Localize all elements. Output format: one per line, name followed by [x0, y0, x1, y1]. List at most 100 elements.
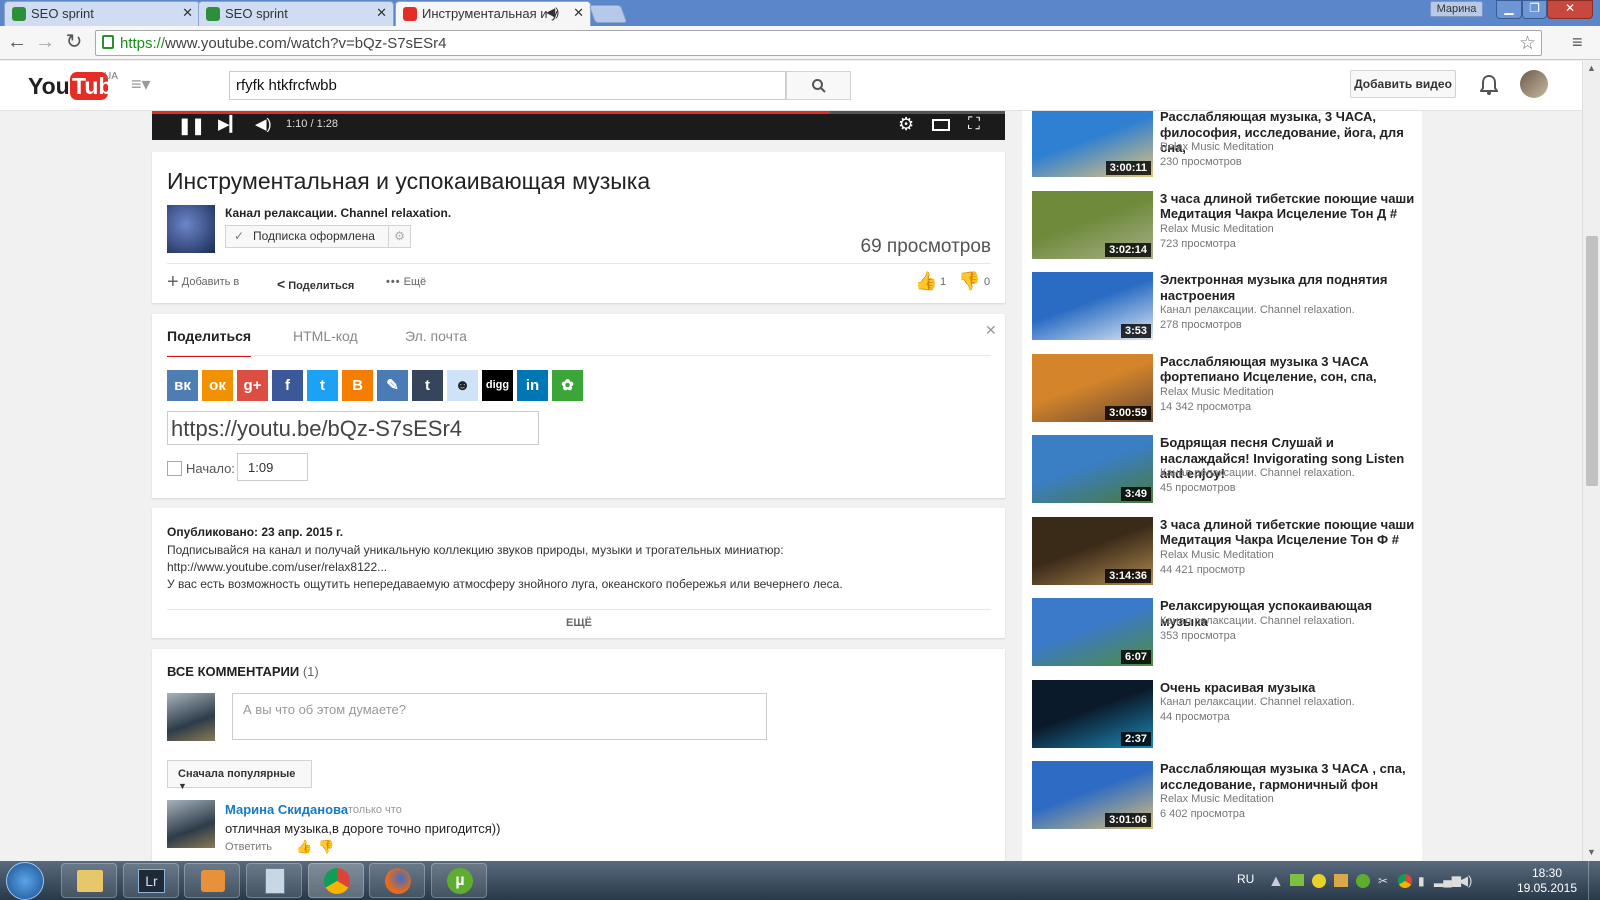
tumblr-icon[interactable]: t	[412, 370, 443, 401]
reply-link[interactable]: Ответить	[225, 841, 272, 853]
back-arrow-icon[interactable]: ←	[5, 31, 29, 53]
close-window-button[interactable]: ✕	[1547, 0, 1593, 19]
sort-comments-dropdown[interactable]: Сначала популярные ▼	[167, 760, 312, 791]
googleplus-icon[interactable]: g+	[237, 370, 268, 401]
related-video-item[interactable]: 3:01:06 Расслабляющая музыка 3 ЧАСА , спа…	[1032, 761, 1412, 831]
bookmark-star-icon[interactable]: ☆	[1519, 32, 1536, 55]
add-video-button[interactable]: Добавить видео	[1350, 70, 1456, 98]
maximize-button[interactable]: ❐	[1522, 0, 1547, 19]
close-tab-icon[interactable]: ✕	[182, 5, 193, 21]
digg-icon[interactable]: digg	[482, 370, 513, 401]
network-signal-icon[interactable]: ▂▄▆	[1434, 873, 1461, 887]
search-input[interactable]: rfyfk htkfrcfwbb	[229, 71, 786, 100]
forward-arrow-icon[interactable]: →	[33, 31, 57, 53]
channel-name-link[interactable]: Канал релаксации. Channel relaxation.	[225, 206, 451, 220]
channel-avatar[interactable]	[167, 205, 215, 253]
subscription-settings-icon[interactable]: ⚙	[388, 225, 411, 248]
guide-menu-icon[interactable]: ≡▾	[131, 74, 151, 95]
facebook-icon[interactable]: f	[272, 370, 303, 401]
page-scrollbar[interactable]: ▲ ▼	[1582, 61, 1600, 861]
tab-seo-sprint-1[interactable]: SEO sprint ✕	[4, 1, 200, 26]
address-bar[interactable]: https://www.youtube.com/watch?v=bQz-S7sE…	[95, 30, 1542, 56]
comment-author-link[interactable]: Марина Скиданова	[225, 802, 348, 817]
fullscreen-icon[interactable]: ⛶	[968, 114, 980, 134]
description-link[interactable]: http://www.youtube.com/user/relax8122...	[167, 559, 997, 576]
related-video-item[interactable]: 3:49 Бодрящая песня Слушай и наслаждайся!…	[1032, 435, 1412, 505]
start-time-checkbox[interactable]	[167, 461, 182, 476]
scroll-up-icon[interactable]: ▲	[1587, 63, 1596, 73]
search-button[interactable]	[786, 71, 851, 100]
like-thumb-icon[interactable]: 👍	[915, 271, 937, 292]
video-thumbnail[interactable]: 2:37	[1032, 679, 1153, 748]
show-more-button[interactable]: ЕЩЁ	[167, 617, 991, 629]
tray-app-icon[interactable]	[1334, 874, 1348, 887]
user-avatar[interactable]	[1520, 70, 1548, 98]
tab-email[interactable]: Эл. почта	[405, 328, 467, 344]
lightroom-taskbar-icon[interactable]: Lr	[123, 863, 179, 898]
minimize-button[interactable]: ▁	[1496, 0, 1522, 19]
related-video-title[interactable]: Расслабляющая музыка 3 ЧАСА , спа, иссле…	[1160, 761, 1420, 792]
volume-icon[interactable]: ◀)	[255, 115, 272, 133]
video-thumbnail[interactable]: 3:00:59	[1032, 353, 1153, 422]
stumbleupon-icon[interactable]: ✿	[552, 370, 583, 401]
tab-share[interactable]: Поделиться	[167, 328, 252, 357]
settings-gear-icon[interactable]: ⚙	[898, 114, 914, 135]
profile-badge[interactable]: Марина	[1430, 1, 1483, 17]
share-button[interactable]: < Поделиться	[277, 276, 354, 292]
video-thumbnail[interactable]: 3:14:36	[1032, 516, 1153, 585]
scroll-down-icon[interactable]: ▼	[1587, 847, 1596, 857]
twitter-icon[interactable]: t	[307, 370, 338, 401]
related-video-title[interactable]: Расслабляющая музыка 3 ЧАСА фортепиано И…	[1160, 354, 1420, 385]
odnoklassniki-icon[interactable]: ок	[202, 370, 233, 401]
chrome-taskbar-icon[interactable]	[308, 863, 364, 898]
related-video-item[interactable]: 3:00:11 Расслабляющая музыка, 3 ЧАСА, фил…	[1032, 111, 1412, 179]
utorrent-taskbar-icon[interactable]: µ	[431, 863, 487, 898]
related-video-item[interactable]: 3:53 Электронная музыка для поднятия наст…	[1032, 272, 1412, 342]
add-to-button[interactable]: + Добавить в	[167, 271, 239, 294]
dislike-thumb-icon[interactable]: 👎	[958, 271, 980, 292]
tab-embed[interactable]: HTML-код	[293, 328, 358, 344]
related-video-title[interactable]: Очень красивая музыка	[1160, 680, 1420, 696]
progress-track[interactable]	[152, 111, 1005, 114]
tab-seo-sprint-2[interactable]: SEO sprint ✕	[198, 1, 394, 26]
comment-like-icon[interactable]: 👍	[296, 839, 312, 855]
video-thumbnail[interactable]: 3:02:14	[1032, 190, 1153, 259]
video-thumbnail[interactable]: 3:53	[1032, 272, 1153, 340]
comment-dislike-icon[interactable]: 👎	[318, 839, 334, 855]
close-share-icon[interactable]: ✕	[985, 322, 997, 339]
linkedin-icon[interactable]: in	[517, 370, 548, 401]
next-icon[interactable]: ▶▎	[218, 115, 241, 133]
related-video-item[interactable]: 3:00:59 Расслабляющая музыка 3 ЧАСА форте…	[1032, 353, 1412, 424]
show-desktop-button[interactable]	[1588, 861, 1600, 900]
volume-tray-icon[interactable]: ◀)	[1458, 873, 1472, 889]
video-thumbnail[interactable]: 3:00:11	[1032, 111, 1153, 177]
firefox-taskbar-icon[interactable]	[369, 863, 425, 898]
reload-icon[interactable]: ↻	[62, 31, 86, 53]
new-tab-button[interactable]	[588, 5, 628, 23]
subscribe-button[interactable]: ✓ Подписка оформлена ⚙	[225, 225, 411, 248]
tray-shield-icon[interactable]	[1312, 874, 1326, 888]
close-tab-icon[interactable]: ✕	[573, 5, 584, 21]
calculator-taskbar-icon[interactable]	[246, 863, 302, 898]
more-actions-button[interactable]: ••• Ещё	[386, 276, 426, 288]
notifications-bell-icon[interactable]	[1480, 74, 1498, 96]
language-indicator[interactable]: RU	[1237, 872, 1254, 886]
comment-author-avatar[interactable]	[167, 800, 215, 848]
related-video-item[interactable]: 2:37 Очень красивая музыка Канал релаксаци…	[1032, 679, 1412, 750]
start-time-input[interactable]: 1:09	[237, 453, 308, 481]
share-link-input[interactable]: https://youtu.be/bQz-S7sESr4	[167, 411, 539, 445]
tray-utorrent-icon[interactable]	[1356, 874, 1370, 888]
related-video-item[interactable]: 6:07 Релаксирующая успокаивающая музыка Ка…	[1032, 598, 1412, 668]
tray-arrow-icon[interactable]: ▲	[1268, 873, 1284, 891]
vk-icon[interactable]: вк	[167, 370, 198, 401]
reddit-icon[interactable]: ☻	[447, 370, 478, 401]
tray-tools-icon[interactable]: ✂	[1378, 874, 1388, 888]
comment-input[interactable]: А вы что об этом думаете?	[232, 693, 767, 740]
theater-mode-icon[interactable]	[932, 119, 950, 131]
related-video-title[interactable]: 3 часа длиной тибетские поющие чаши Меди…	[1160, 517, 1420, 548]
video-thumbnail[interactable]: 3:01:06	[1032, 761, 1153, 829]
youtube-logo[interactable]: You Tube	[28, 70, 125, 107]
clock[interactable]: 18:30 19.05.2015	[1512, 866, 1582, 896]
tray-chrome-icon[interactable]	[1398, 874, 1412, 888]
related-video-item[interactable]: 3:14:36 3 часа длиной тибетские поющие ча…	[1032, 516, 1414, 587]
